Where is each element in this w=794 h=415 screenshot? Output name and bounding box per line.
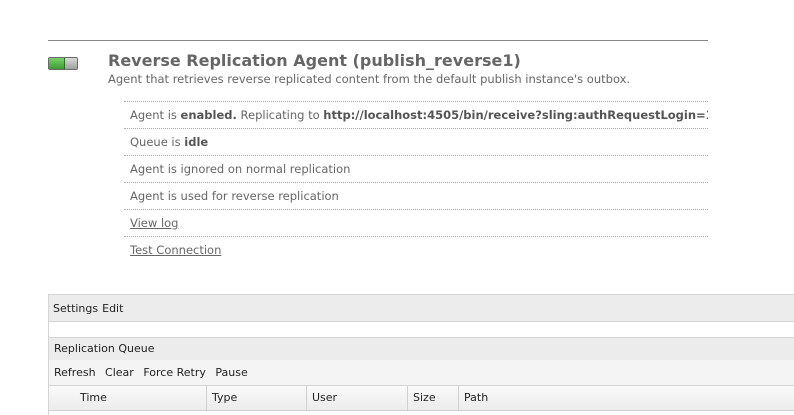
settings-toolbar: Settings Edit bbox=[48, 294, 794, 322]
column-time[interactable]: Time bbox=[74, 386, 206, 410]
settings-button[interactable]: Settings bbox=[53, 302, 98, 315]
column-type[interactable]: Type bbox=[206, 386, 306, 410]
agent-status-list: Agent is enabled. Replicating to http://… bbox=[124, 101, 708, 263]
test-connection-row: Test Connection bbox=[124, 236, 708, 263]
toggle-on-segment bbox=[49, 58, 65, 69]
queue-state: idle bbox=[184, 135, 209, 149]
replicating-url: http://localhost:4505/bin/receive?sling:… bbox=[323, 108, 708, 122]
replication-queue-header: Replication Queue bbox=[48, 337, 794, 361]
queue-toolbar: Refresh Clear Force Retry Pause bbox=[48, 360, 794, 386]
view-log-link[interactable]: View log bbox=[130, 216, 178, 230]
enabled-prefix: Agent is bbox=[130, 108, 181, 122]
column-path[interactable]: Path bbox=[458, 386, 794, 410]
column-size[interactable]: Size bbox=[407, 386, 458, 410]
top-divider bbox=[48, 40, 708, 41]
test-connection-link[interactable]: Test Connection bbox=[130, 243, 221, 257]
force-retry-button[interactable]: Force Retry bbox=[143, 366, 206, 379]
toggle-knob bbox=[65, 58, 77, 69]
status-normal-replication-row: Agent is ignored on normal replication bbox=[124, 155, 708, 182]
edit-button[interactable]: Edit bbox=[102, 302, 123, 315]
column-user[interactable]: User bbox=[306, 386, 407, 410]
pause-button[interactable]: Pause bbox=[215, 366, 247, 379]
replicating-prefix: Replicating to bbox=[236, 108, 324, 122]
panel-left-border bbox=[48, 294, 49, 415]
status-enabled-row: Agent is enabled. Replicating to http://… bbox=[124, 101, 708, 128]
view-log-row: View log bbox=[124, 209, 708, 236]
agent-description: Agent that retrieves reverse replicated … bbox=[108, 72, 631, 86]
queue-grid-header: Time Type User Size Path bbox=[48, 386, 794, 411]
replication-queue-title: Replication Queue bbox=[54, 342, 155, 355]
status-reverse-replication-row: Agent is used for reverse replication bbox=[124, 182, 708, 209]
status-queue-row: Queue is idle bbox=[124, 128, 708, 155]
refresh-button[interactable]: Refresh bbox=[54, 366, 96, 379]
queue-prefix: Queue is bbox=[130, 135, 185, 149]
agent-status-toggle-icon bbox=[48, 57, 78, 70]
clear-button[interactable]: Clear bbox=[105, 366, 134, 379]
agent-title: Reverse Replication Agent (publish_rever… bbox=[108, 51, 521, 70]
enabled-value: enabled. bbox=[180, 108, 237, 122]
